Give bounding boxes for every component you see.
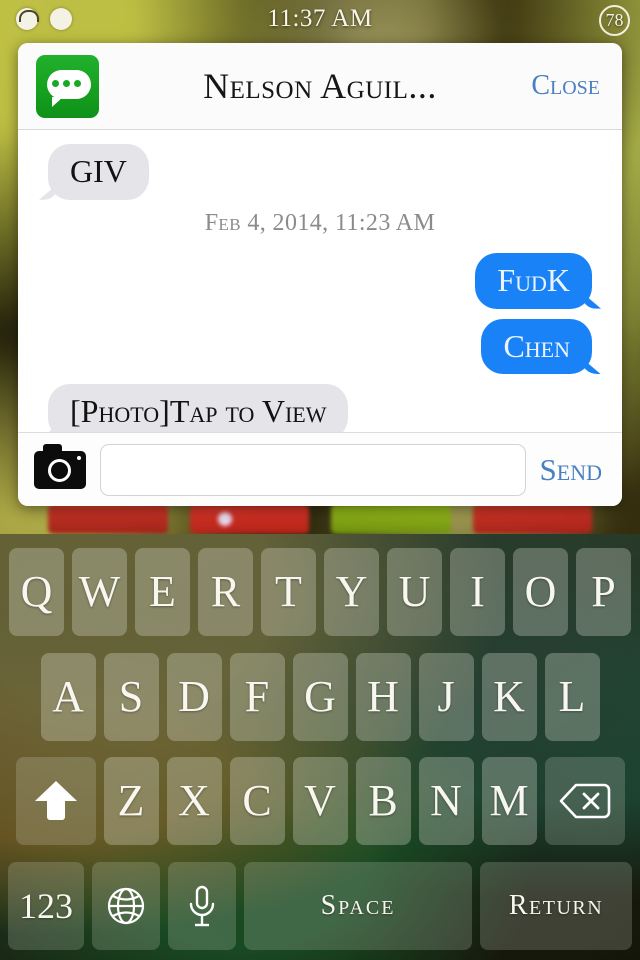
microphone-key[interactable] — [168, 861, 236, 950]
keyboard-row-4: 123 Space Return — [6, 861, 634, 950]
ellipsis-dots-icon — [52, 79, 81, 87]
message-row: GIV — [34, 144, 606, 200]
home-screen-icon-strip — [0, 504, 640, 534]
key-h[interactable]: H — [355, 652, 411, 741]
key-e[interactable]: E — [135, 548, 190, 636]
close-button[interactable]: Close — [531, 70, 600, 102]
messages-app-icon — [36, 54, 99, 118]
backspace-icon — [559, 784, 610, 819]
key-d[interactable]: D — [166, 652, 222, 741]
key-t[interactable]: T — [261, 548, 316, 636]
message-popup-window: Nelson Aguil... Close GIV Feb 4, 2014, 1… — [18, 43, 622, 506]
return-key[interactable]: Return — [480, 861, 632, 950]
key-i[interactable]: I — [450, 548, 505, 636]
phone-screen: 11:37 AM 78 Nelson Aguil... Close GIV Fe… — [0, 0, 640, 960]
key-o[interactable]: O — [513, 548, 568, 636]
message-composer: Send — [18, 432, 622, 506]
globe-key[interactable] — [92, 861, 160, 950]
key-n[interactable]: N — [418, 757, 474, 846]
key-j[interactable]: J — [418, 652, 474, 741]
conversation-timestamp: Feb 4, 2014, 11:23 AM — [204, 209, 436, 236]
key-q[interactable]: Q — [9, 548, 64, 636]
keyboard-row-1: Q W E R T Y U I O P — [6, 548, 634, 636]
status-bar: 11:37 AM 78 — [0, 0, 640, 40]
key-b[interactable]: B — [355, 757, 411, 846]
key-r[interactable]: R — [198, 548, 253, 636]
home-icon-3 — [331, 504, 451, 534]
key-p[interactable]: P — [576, 548, 631, 636]
message-row: [Photo]Tap to View — [34, 384, 606, 432]
key-c[interactable]: C — [229, 757, 285, 846]
shift-key[interactable] — [15, 757, 96, 846]
shift-arrow-icon — [34, 781, 77, 821]
status-badge: 78 — [599, 5, 630, 36]
message-bubble-outgoing[interactable]: Chen — [481, 318, 592, 375]
key-y[interactable]: Y — [324, 548, 379, 636]
microphone-icon — [189, 885, 215, 927]
camera-icon[interactable] — [34, 443, 86, 489]
key-k[interactable]: K — [481, 652, 537, 741]
on-screen-keyboard: Q W E R T Y U I O P A S D F G H J K L Z — [0, 534, 640, 960]
popup-header: Nelson Aguil... Close — [18, 43, 622, 130]
keyboard-row-3: Z X C V B N M — [6, 757, 634, 846]
home-screen-dot — [218, 512, 232, 526]
space-key[interactable]: Space — [244, 861, 472, 950]
status-time: 11:37 AM — [267, 5, 373, 32]
key-x[interactable]: X — [166, 757, 222, 846]
key-u[interactable]: U — [387, 548, 442, 636]
home-icon-1 — [48, 504, 168, 534]
message-row: Chen — [34, 318, 606, 375]
globe-icon — [107, 887, 145, 925]
key-l[interactable]: L — [544, 652, 600, 741]
conversation-thread: GIV Feb 4, 2014, 11:23 AM FudK Chen [Pho… — [18, 130, 622, 432]
key-v[interactable]: V — [292, 757, 348, 846]
key-z[interactable]: Z — [103, 757, 159, 846]
send-button[interactable]: Send — [540, 452, 606, 488]
key-m[interactable]: M — [481, 757, 537, 846]
message-bubble-outgoing[interactable]: FudK — [475, 252, 592, 309]
key-f[interactable]: F — [229, 652, 285, 741]
numbers-key[interactable]: 123 — [8, 861, 84, 950]
key-s[interactable]: S — [103, 652, 159, 741]
key-w[interactable]: W — [72, 548, 127, 636]
home-icon-4 — [472, 504, 592, 534]
home-icon-2 — [189, 504, 309, 534]
key-a[interactable]: A — [40, 652, 96, 741]
message-bubble-photo[interactable]: [Photo]Tap to View — [48, 384, 349, 432]
message-input[interactable] — [100, 443, 526, 496]
backspace-key[interactable] — [544, 757, 625, 846]
message-bubble-incoming[interactable]: GIV — [48, 144, 149, 200]
message-row: FudK — [34, 252, 606, 309]
keyboard-row-2: A S D F G H J K L — [6, 652, 634, 741]
key-g[interactable]: G — [292, 652, 348, 741]
